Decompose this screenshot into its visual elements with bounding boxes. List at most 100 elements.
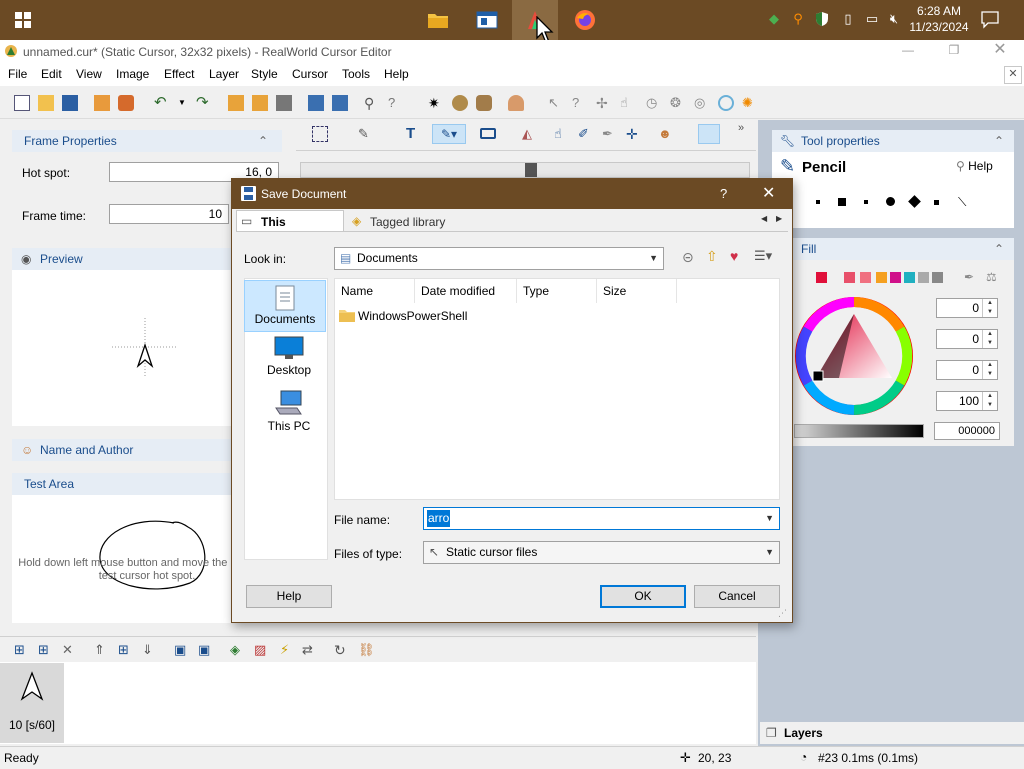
brush-size-6[interactable] xyxy=(934,200,939,205)
swatch-salmon[interactable] xyxy=(860,272,871,283)
menu-style[interactable]: Style xyxy=(251,67,278,81)
alpha-slider[interactable] xyxy=(794,424,924,438)
cancel-button[interactable]: Cancel xyxy=(694,585,780,608)
swatch-red[interactable] xyxy=(816,272,827,283)
import-icon[interactable] xyxy=(94,95,110,111)
balance-icon[interactable]: ⚖ xyxy=(986,270,997,284)
collapse-icon[interactable]: ⌃ xyxy=(258,130,268,152)
close-document-button[interactable]: ✕ xyxy=(1004,66,1022,84)
tray-network-app-icon[interactable]: ◆ xyxy=(766,11,782,27)
tab-scroll-left-icon[interactable]: ◀ xyxy=(761,214,767,223)
column-date-modified[interactable]: Date modified xyxy=(415,279,517,303)
tray-clipboard-icon[interactable]: ▯ xyxy=(840,11,856,27)
layers-header[interactable]: ❐ Layers xyxy=(760,722,1024,744)
frame-crop-icon[interactable]: ▣ xyxy=(198,642,214,658)
spin-arrows-icon[interactable]: ▲ ▼ xyxy=(982,299,997,317)
fill-tool-icon[interactable]: ◭ xyxy=(522,126,538,142)
ring-cursor-icon[interactable] xyxy=(718,95,734,111)
brush-size-2[interactable] xyxy=(838,198,846,206)
redo-icon[interactable]: ↷ xyxy=(196,95,212,111)
favorites-icon[interactable]: ♥ xyxy=(730,248,738,264)
notifications-button[interactable] xyxy=(980,9,1002,31)
add-frame-icon[interactable]: ⊞ xyxy=(14,642,30,658)
arrow-cursor-icon[interactable]: ↖ xyxy=(548,95,564,111)
taskbar-app-window[interactable] xyxy=(464,0,510,40)
hand-tool-icon[interactable]: ☝ xyxy=(554,126,570,142)
busy-cursor-icon[interactable]: ❂ xyxy=(670,95,686,111)
copy-icon[interactable] xyxy=(252,95,268,111)
place-desktop[interactable]: Desktop xyxy=(248,336,330,388)
frame-refresh-icon[interactable]: ↻ xyxy=(334,642,350,658)
hotspot-tool-icon[interactable]: ✛ xyxy=(626,126,642,142)
user-tool-icon[interactable]: ☻ xyxy=(658,126,674,142)
hex-color-field[interactable]: 000000 xyxy=(934,422,1000,440)
tray-clock[interactable]: 6:28 AM 11/23/2024 xyxy=(904,3,974,35)
swatch-magenta[interactable] xyxy=(890,272,901,283)
frame-properties-header[interactable]: Frame Properties ⌃ xyxy=(12,130,282,152)
tab-tagged-library[interactable]: ◈ Tagged library xyxy=(348,212,452,232)
speaker-icon[interactable] xyxy=(118,95,134,111)
move-frame-down-icon[interactable]: ⇓ xyxy=(142,642,158,658)
brush-size-7[interactable]: ⟍ xyxy=(958,196,966,208)
menu-edit[interactable]: Edit xyxy=(41,67,62,81)
move-frame-up-icon[interactable]: ⇑ xyxy=(94,642,110,658)
author-icon[interactable] xyxy=(508,95,524,111)
file-list[interactable]: Name Date modified Type Size WindowsPowe… xyxy=(334,278,780,500)
swatch-orange[interactable] xyxy=(876,272,887,283)
tray-security-icon[interactable] xyxy=(814,11,830,27)
list-item[interactable]: WindowsPowerShell xyxy=(339,307,539,325)
swatch-checker[interactable] xyxy=(932,272,943,283)
cut-icon[interactable] xyxy=(228,95,244,111)
file-type-select[interactable]: ↖ Static cursor files ▼ xyxy=(423,541,780,564)
tray-volume-muted-icon[interactable]: 🔇︎ xyxy=(886,11,902,27)
spin-arrows-icon[interactable]: ▲ ▼ xyxy=(982,361,997,379)
color-value-2[interactable]: 0 ▲ ▼ xyxy=(936,329,998,349)
up-folder-icon[interactable]: ⇧ xyxy=(706,248,718,265)
frame-thumbnail[interactable]: 10 [s/60] xyxy=(0,663,64,743)
swatch-teal[interactable] xyxy=(904,272,915,283)
resize-grip-icon[interactable]: ⋰ xyxy=(778,608,787,619)
frame-time-field[interactable]: 10 xyxy=(109,204,229,224)
column-type[interactable]: Type xyxy=(517,279,597,303)
frame-link-icon[interactable]: ⛓ xyxy=(358,642,375,658)
frame-swap-icon[interactable]: ⇄ xyxy=(302,642,318,658)
swatch-gray[interactable] xyxy=(918,272,929,283)
undo-dropdown-icon[interactable]: ▼ xyxy=(178,95,194,111)
smudge-tool-icon[interactable]: ✐ xyxy=(578,126,594,142)
pencil-tool-icon[interactable]: ✎▾ xyxy=(432,124,466,144)
delete-frame-icon[interactable]: ✕ xyxy=(62,642,78,658)
text-tool-icon[interactable]: T xyxy=(406,126,422,142)
ok-button[interactable]: OK xyxy=(600,585,686,608)
look-in-select[interactable]: ▤ Documents ▼ xyxy=(334,247,664,270)
eyedropper-icon[interactable]: ✒ xyxy=(964,270,974,284)
taskbar-firefox[interactable] xyxy=(562,0,608,40)
color-wheel[interactable] xyxy=(794,296,914,416)
restore-button[interactable]: ❐ xyxy=(942,40,966,62)
color-value-1[interactable]: 0 ▲ ▼ xyxy=(936,298,998,318)
collapse-icon[interactable]: ⌃ xyxy=(994,238,1004,260)
tab-this-computer[interactable]: ▭ This computer xyxy=(236,210,344,243)
shape-tool-icon[interactable] xyxy=(480,128,496,139)
menu-file[interactable]: File xyxy=(8,67,27,81)
menu-effect[interactable]: Effect xyxy=(164,67,194,81)
fill-header[interactable]: Fill ⌃ xyxy=(772,238,1014,260)
dialog-close-button[interactable]: ✕ xyxy=(762,183,775,203)
export-frame-icon[interactable]: ⊞ xyxy=(118,642,134,658)
save-icon[interactable] xyxy=(62,95,78,111)
collapse-icon[interactable]: ⌃ xyxy=(994,130,1004,152)
brush-size-1[interactable] xyxy=(816,200,820,204)
place-documents[interactable]: Documents xyxy=(244,280,326,332)
resize-icon[interactable] xyxy=(308,95,324,111)
frame-effect-icon[interactable]: ⚡ xyxy=(280,642,296,658)
zoom-icon[interactable]: ⚲ xyxy=(364,95,380,111)
menu-cursor[interactable]: Cursor xyxy=(292,67,328,81)
target-cursor-icon[interactable]: ◎ xyxy=(694,95,710,111)
picker-tool-icon[interactable]: ✒ xyxy=(602,126,618,142)
brush-size-3[interactable] xyxy=(864,200,868,204)
brush-icon[interactable]: ✎ xyxy=(358,126,374,142)
tool-properties-header[interactable]: 🔧︎ Tool properties ⌃ xyxy=(772,130,1014,152)
column-name[interactable]: Name xyxy=(335,279,415,303)
help-cursor-icon[interactable]: ? xyxy=(572,95,588,111)
new-icon[interactable] xyxy=(14,95,30,111)
column-size[interactable]: Size xyxy=(597,279,677,303)
